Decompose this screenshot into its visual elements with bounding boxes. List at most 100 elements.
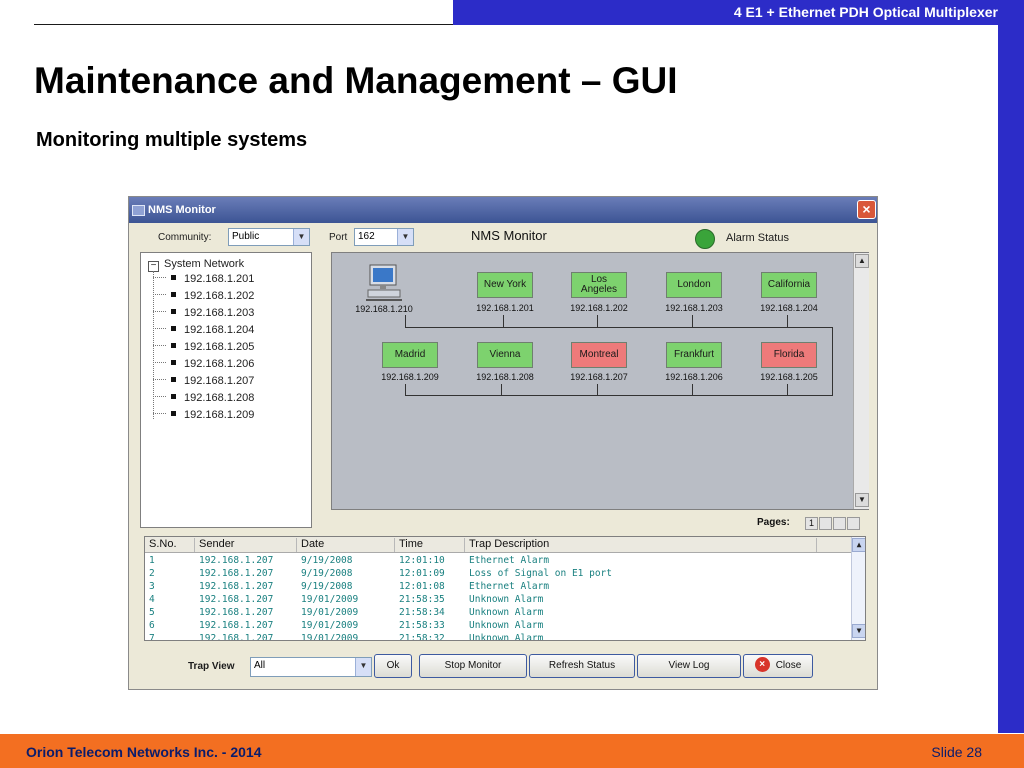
column-header[interactable]: Trap Description xyxy=(465,538,817,552)
tree-item[interactable]: 192.168.1.209 xyxy=(153,409,254,421)
window-titlebar[interactable]: NMS Monitor xyxy=(129,197,877,223)
map-scrollbar[interactable]: ▲ ▼ xyxy=(853,253,869,509)
close-button[interactable]: × Close xyxy=(743,654,813,678)
close-icon: × xyxy=(862,201,871,217)
column-header[interactable]: Sender xyxy=(195,538,297,552)
scroll-up-icon[interactable]: ▲ xyxy=(852,538,865,552)
scroll-down-icon[interactable]: ▼ xyxy=(855,493,869,507)
header-rule xyxy=(34,24,454,25)
column-header[interactable]: Date xyxy=(297,538,395,552)
site-ip: 192.168.1.205 xyxy=(760,372,818,382)
tree-item[interactable]: 192.168.1.205 xyxy=(153,341,254,353)
site-node-madrid[interactable]: Madrid xyxy=(382,342,438,368)
alarm-status-indicator xyxy=(695,229,715,249)
window-close-button[interactable]: × xyxy=(857,200,876,219)
node-bullet-icon xyxy=(171,292,176,297)
community-select[interactable]: Public ▼ xyxy=(228,228,310,246)
product-banner: 4 E1 + Ethernet PDH Optical Multiplexer xyxy=(453,0,998,25)
site-node-montreal[interactable]: Montreal xyxy=(571,342,627,368)
node-bullet-icon xyxy=(171,394,176,399)
chevron-down-icon[interactable]: ▼ xyxy=(397,229,413,245)
port-select[interactable]: 162 ▼ xyxy=(354,228,414,246)
footer-company: Orion Telecom Networks Inc. - 2014 xyxy=(26,744,262,760)
node-bullet-icon xyxy=(171,309,176,314)
table-row[interactable]: 2 192.168.1.207 9/19/2008 12:01:09 Loss of S… xyxy=(145,568,851,581)
slide: 4 E1 + Ethernet PDH Optical Multiplexer … xyxy=(0,0,1024,768)
chevron-down-icon[interactable]: ▼ xyxy=(355,658,371,676)
slide-number: Slide 28 xyxy=(931,744,982,760)
window-title: NMS Monitor xyxy=(148,204,216,216)
table-row[interactable]: 3 192.168.1.207 9/19/2008 12:01:08 Ethernet … xyxy=(145,581,851,594)
stop-monitor-button[interactable]: Stop Monitor xyxy=(419,654,527,678)
tree-item[interactable]: 192.168.1.204 xyxy=(153,324,254,336)
site-ip: 192.168.1.201 xyxy=(476,303,534,313)
side-accent-bar xyxy=(998,0,1024,733)
site-node-london[interactable]: London xyxy=(666,272,722,298)
table-row[interactable]: 1 192.168.1.207 9/19/2008 12:01:10 Ethernet … xyxy=(145,555,851,568)
community-label: Community: xyxy=(158,232,212,243)
tree-item[interactable]: 192.168.1.207 xyxy=(153,375,254,387)
site-ip: 192.168.1.202 xyxy=(570,303,628,313)
table-row[interactable]: 6 192.168.1.207 19/01/2009 21:58:33 Unknown … xyxy=(145,620,851,633)
slide-subtitle: Monitoring multiple systems xyxy=(36,129,308,151)
view-log-button[interactable]: View Log xyxy=(637,654,741,678)
column-header[interactable]: S.No. xyxy=(145,538,195,552)
node-bullet-icon xyxy=(171,411,176,416)
site-ip: 192.168.1.208 xyxy=(476,372,534,382)
network-map[interactable]: 192.168.1.210 New York 192.168.1.201 Los… xyxy=(331,252,869,510)
page-button[interactable] xyxy=(819,517,832,530)
site-node-los-angeles[interactable]: Los Angeles xyxy=(571,272,627,298)
host-computer-icon[interactable] xyxy=(364,263,404,303)
refresh-status-button[interactable]: Refresh Status xyxy=(529,654,635,678)
slide-footer: Orion Telecom Networks Inc. - 2014 Slide… xyxy=(0,734,1024,768)
scroll-down-icon[interactable]: ▼ xyxy=(852,624,865,638)
site-node-frankfurt[interactable]: Frankfurt xyxy=(666,342,722,368)
window-app-icon xyxy=(132,205,145,216)
pages-label: Pages: xyxy=(757,517,790,528)
trap-view-select[interactable]: All ▼ xyxy=(250,657,372,677)
column-header[interactable]: Time xyxy=(395,538,465,552)
site-ip: 192.168.1.207 xyxy=(570,372,628,382)
ok-button[interactable]: Ok xyxy=(374,654,412,678)
network-link xyxy=(405,395,832,396)
trap-table-header: S.No. Sender Date Time Trap Description xyxy=(145,537,851,553)
system-network-tree[interactable]: − System Network 192.168.1.201 192.168.1.… xyxy=(140,252,312,528)
port-value: 162 xyxy=(358,231,375,242)
tree-item[interactable]: 192.168.1.203 xyxy=(153,307,254,319)
site-node-florida[interactable]: Florida xyxy=(761,342,817,368)
nms-heading: NMS Monitor xyxy=(471,228,547,243)
page-button[interactable] xyxy=(847,517,860,530)
tree-item[interactable]: 192.168.1.208 xyxy=(153,392,254,404)
site-node-california[interactable]: California xyxy=(761,272,817,298)
page-button[interactable] xyxy=(833,517,846,530)
site-node-vienna[interactable]: Vienna xyxy=(477,342,533,368)
tree-item[interactable]: 192.168.1.206 xyxy=(153,358,254,370)
site-ip: 192.168.1.206 xyxy=(665,372,723,382)
trap-table[interactable]: S.No. Sender Date Time Trap Description … xyxy=(144,536,866,641)
close-icon: × xyxy=(754,657,770,672)
site-node-new-york[interactable]: New York xyxy=(477,272,533,298)
trap-view-value: All xyxy=(254,660,266,671)
tree-root-label: System Network xyxy=(164,258,245,270)
port-label: Port xyxy=(329,232,348,243)
trap-table-scrollbar[interactable]: ▲ ▼ xyxy=(851,537,865,640)
scroll-up-icon[interactable]: ▲ xyxy=(855,254,869,268)
site-ip: 192.168.1.204 xyxy=(760,303,818,313)
tree-item[interactable]: 192.168.1.201 xyxy=(153,273,254,285)
tree-item[interactable]: 192.168.1.202 xyxy=(153,290,254,302)
page-button-current[interactable]: 1 xyxy=(805,517,818,530)
trap-view-label: Trap View xyxy=(188,661,235,672)
table-row[interactable]: 4 192.168.1.207 19/01/2009 21:58:35 Unknown … xyxy=(145,594,851,607)
node-bullet-icon xyxy=(171,377,176,382)
table-row[interactable]: 5 192.168.1.207 19/01/2009 21:58:34 Unknown … xyxy=(145,607,851,620)
alarm-status-label: Alarm Status xyxy=(726,232,789,244)
table-row[interactable]: 7 192.168.1.207 19/01/2009 21:58:32 Unknown … xyxy=(145,633,851,640)
host-ip: 192.168.1.210 xyxy=(355,304,413,314)
tree-root[interactable]: − System Network xyxy=(148,258,244,272)
slide-title: Maintenance and Management – GUI xyxy=(34,60,678,101)
node-bullet-icon xyxy=(171,326,176,331)
close-button-label: Close xyxy=(775,660,802,671)
nms-monitor-window: NMS Monitor × Community: Public ▼ Port 1… xyxy=(128,196,878,690)
chevron-down-icon[interactable]: ▼ xyxy=(293,229,309,245)
site-ip: 192.168.1.209 xyxy=(381,372,439,382)
